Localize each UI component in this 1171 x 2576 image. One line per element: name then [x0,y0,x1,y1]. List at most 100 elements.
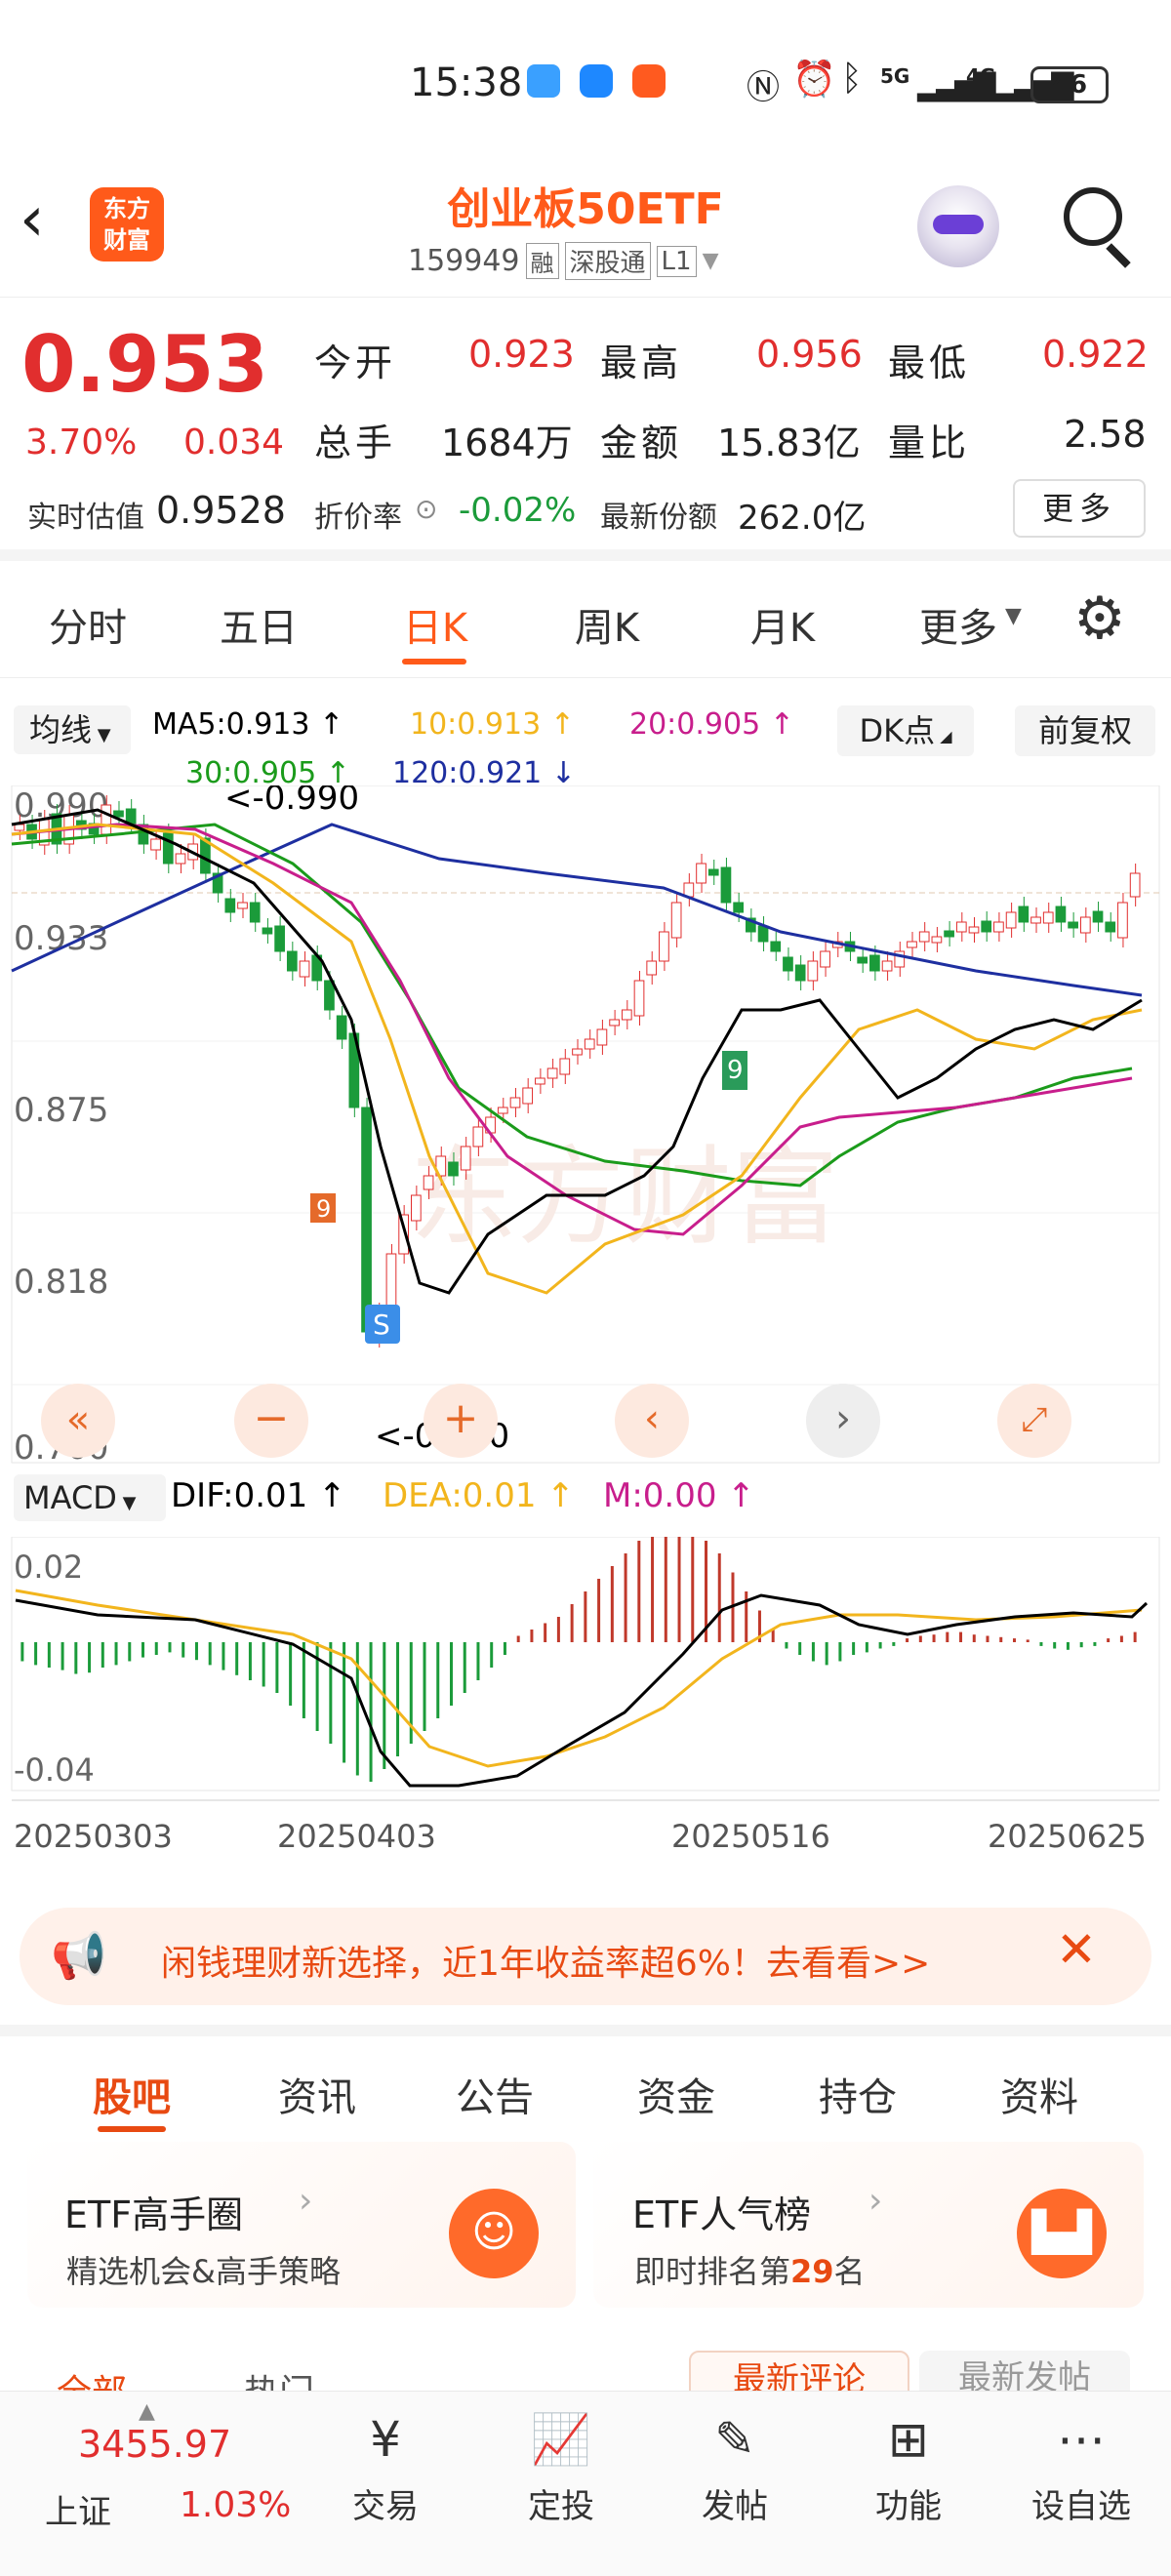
message-notification-icon [580,64,613,98]
low-label: 最低 [888,342,971,384]
etf-rank-suffix: 名 [833,2253,866,2290]
tab-more[interactable]: 更多 [900,596,1017,653]
send-notification-icon [632,64,666,98]
content-tabs: 股吧 资讯 公告 资金 持仓 资料 [0,2025,1171,2132]
dea-label: DEA:0.01 ↑ [383,1476,575,1515]
nav-functions[interactable]: ⊞ 功能 [855,2411,962,2527]
battery-icon: 46 [1030,66,1109,103]
volume-ratio-value: 2.58 [1064,413,1147,456]
indicator-select[interactable]: MACD ▼ [14,1474,166,1521]
candle [981,920,992,933]
bottom-nav: ▲ 3455.97 上证 1.03% ¥ 交易 📈 定投 ✎ 发帖 ⊞ 功能 ⋯… [0,2391,1171,2576]
candle [1055,906,1067,923]
k-chart-frame [11,785,1160,1464]
nav-trade[interactable]: ¥ 交易 [332,2411,439,2527]
candle [659,931,669,962]
index-name[interactable]: 上证 [45,2485,111,2533]
signal-9-green-label: 9 [727,1056,744,1085]
assistant-avatar[interactable] [917,185,999,267]
candle [411,1194,422,1222]
alarm-icon: ⏰ [792,60,836,100]
nav-add-watchlist[interactable]: ⋯ 设自选 [1013,2411,1150,2527]
candle [224,898,236,913]
macd-y-bottom: -0.04 [14,1751,95,1789]
candle [559,1058,571,1075]
ma-select[interactable]: 均线 ▼ [14,705,131,754]
candle [572,1048,583,1056]
tab-guba[interactable]: 股吧 [59,2066,205,2122]
tab-daily-k[interactable]: 日K [367,596,504,653]
tab-five-day[interactable]: 五日 [190,596,327,653]
shares-value: 262.0亿 [738,499,867,538]
shares-label: 最新份额 [600,501,717,535]
candle [881,960,893,972]
zoom-out-button[interactable]: − [234,1384,308,1458]
megaphone-icon: 📢 [51,1929,107,1982]
caret-icon: ◢ [935,727,952,745]
nav-post-label: 发帖 [702,2487,768,2526]
tab-weekly-k[interactable]: 周K [539,596,675,653]
more-dots-icon: ⋯ [1057,2411,1106,2468]
etf-popularity-card[interactable]: ETF人气榜 › 即时排名第29名 ▙▟ [593,2142,1144,2308]
candle [1030,916,1041,924]
macd-frame [11,1537,1160,1791]
settings-gear-icon[interactable]: ⚙ [1073,584,1126,653]
date-label-2: 20250516 [671,1818,830,1855]
active-subtab-indicator [98,2126,166,2132]
candle [509,1097,521,1108]
candle [423,1175,434,1190]
candle [993,921,1004,933]
community-icon: ☺ [449,2189,539,2278]
search-icon[interactable] [1064,187,1122,246]
security-info[interactable]: 159949 融 深股通 L1 ▼ [408,242,719,280]
quote-panel: 0.953 3.70% 0.034 今开 0.923 最高 0.956 最低 0… [0,298,1171,561]
bluetooth-icon: ᛒ [841,59,863,99]
ma10-value: 10:0.913 [410,707,542,742]
index-value: 3455.97 [78,2423,232,2466]
more-button[interactable]: 更多 [1013,479,1146,538]
badge-sgt: 深股通 [564,242,651,280]
badge-margin: 融 [525,243,559,279]
iopv-label: 实时估值 [27,501,144,535]
tab-intraday[interactable]: 分时 [20,596,156,653]
nav-functions-label: 功能 [875,2487,942,2526]
candle [783,956,793,972]
nav-post[interactable]: ✎ 发帖 [681,2411,788,2527]
scroll-left-button[interactable]: ‹ [615,1384,689,1458]
indicator-select-label: MACD [23,1479,117,1516]
tab-announcements[interactable]: 公告 [422,2066,568,2122]
tab-holdings[interactable]: 持仓 [785,2066,931,2122]
avatar-visor [933,215,984,234]
fullscreen-icon[interactable]: ⤢ [997,1384,1071,1458]
tab-profile[interactable]: 资料 [966,2066,1112,2122]
nav-trade-label: 交易 [352,2487,419,2526]
chart-area: 均线 ▼ MA5:0.913 ↑ 10:0.913 ↑ 20:0.905 ↑ 3… [0,678,1171,1888]
tab-monthly-k[interactable]: 月K [714,596,851,653]
expand-up-icon[interactable]: ▲ [139,2399,155,2424]
etf-expert-card[interactable]: ETF高手圈 › 精选机会&高手策略 ☺ [27,2142,576,2308]
candle [262,927,273,935]
k-line-chart[interactable]: 东方财富 0.990 0.933 0.875 0.818 0.760 <-0.9… [0,785,1171,1566]
candle [286,950,298,972]
high-label: 最高 [600,342,683,384]
scroll-left-fast-button[interactable]: « [41,1384,115,1458]
tab-more-caret-icon: ▼ [1005,604,1022,628]
nav-fixed-investment[interactable]: 📈 定投 [507,2411,615,2527]
network-label-2: 4G [966,64,996,88]
promo-banner[interactable]: 📢 闲钱理财新选择，近1年收益率超6%！去看看>> ✕ [20,1908,1151,2005]
zoom-in-button[interactable]: + [424,1384,498,1458]
change-percent: 3.70% [25,423,138,463]
header: ‹ 东方 财富 创业板50ETF 159949 融 深股通 L1 ▼ [0,166,1171,298]
chevron-right-icon: › [299,2181,313,2221]
tab-news[interactable]: 资讯 [244,2066,390,2122]
tab-funds[interactable]: 资金 [603,2066,749,2122]
active-tab-indicator [402,659,466,664]
adjust-button[interactable]: 前复权 [1015,705,1155,756]
macd-chart[interactable]: 0.02 -0.04 20250303 20250403 20250516 20… [0,1537,1171,1869]
scroll-right-button[interactable]: › [806,1384,880,1458]
close-icon[interactable]: ✕ [1056,1921,1097,1978]
info-icon[interactable]: ⊙ [415,493,437,525]
dk-point-select[interactable]: DK点 ◢ [837,705,974,756]
m-value: M:0.00 [603,1476,717,1515]
open-label: 今开 [314,342,397,384]
